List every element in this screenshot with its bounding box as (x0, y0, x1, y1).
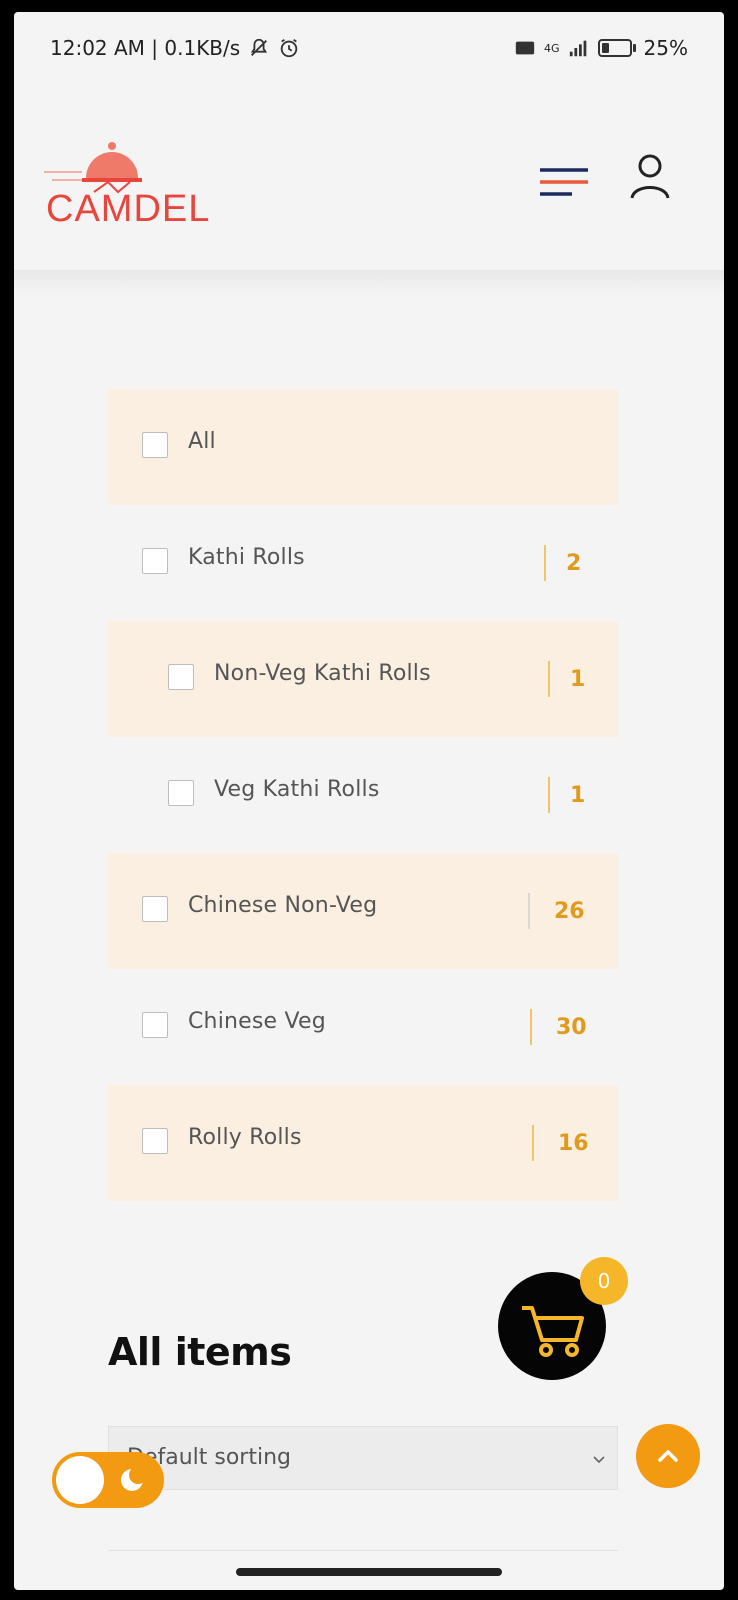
status-bar: 12:02 AM | 0.1KB/s 4G 25% (14, 12, 724, 84)
count-separator (544, 545, 546, 581)
dark-mode-toggle[interactable] (52, 1452, 164, 1508)
chevron-up-icon (658, 1450, 678, 1462)
category-row-chinese-veg[interactable]: Chinese Veg 30 (108, 969, 618, 1085)
section-title: All items (108, 1330, 292, 1374)
logo-wordmark: CAMDEL (46, 188, 211, 230)
category-checkbox[interactable] (168, 664, 194, 690)
category-label: All (188, 429, 216, 454)
category-checkbox[interactable] (168, 780, 194, 806)
sort-select[interactable]: Default sorting (108, 1426, 618, 1490)
home-indicator[interactable] (236, 1568, 502, 1576)
category-count: 16 (558, 1131, 589, 1156)
category-label: Chinese Non-Veg (188, 893, 378, 918)
category-row-all[interactable]: All (108, 389, 618, 505)
count-separator (548, 661, 550, 697)
notifications-muted-icon (251, 38, 268, 56)
category-row-non-veg-kathi-rolls[interactable]: Non-Veg Kathi Rolls 1 (108, 621, 618, 737)
content-divider (108, 1550, 618, 1551)
category-count: 2 (566, 551, 582, 576)
cart-count-badge: 0 (580, 1257, 628, 1305)
site-logo[interactable]: CAMDEL (42, 138, 209, 238)
status-time: 12:02 AM | 0.1KB/s (50, 36, 241, 60)
category-row-kathi-rolls[interactable]: Kathi Rolls 2 (108, 505, 618, 621)
category-checkbox[interactable] (142, 1128, 168, 1154)
moon-icon (121, 1466, 147, 1491)
scroll-to-top-button[interactable] (636, 1424, 700, 1488)
category-count: 1 (570, 667, 586, 692)
category-label: Non-Veg Kathi Rolls (214, 661, 431, 686)
category-count: 26 (554, 899, 585, 924)
site-header: CAMDEL (14, 112, 724, 282)
hamburger-menu-icon (540, 168, 588, 196)
count-separator (532, 1125, 534, 1161)
category-row-veg-kathi-rolls[interactable]: Veg Kathi Rolls 1 (108, 737, 618, 853)
category-count: 1 (570, 783, 586, 808)
status-right: 4G 25% (514, 36, 688, 60)
volte-icon (515, 41, 535, 55)
account-button[interactable] (628, 152, 672, 202)
menu-button[interactable] (536, 162, 592, 202)
status-left: 12:02 AM | 0.1KB/s (50, 36, 300, 60)
category-label: Chinese Veg (188, 1009, 326, 1034)
category-label: Kathi Rolls (188, 545, 305, 570)
phone-screen: 12:02 AM | 0.1KB/s 4G 25% CAMDEL All Kat… (14, 12, 724, 1590)
category-row-rolly-rolls[interactable]: Rolly Rolls 16 (108, 1085, 618, 1201)
count-separator (548, 777, 550, 813)
chevron-down-icon (593, 1456, 605, 1464)
count-separator (528, 893, 530, 929)
battery-icon (597, 39, 636, 57)
battery-level: 25% (643, 36, 688, 60)
category-label: Rolly Rolls (188, 1125, 302, 1150)
alarm-clock-icon (280, 38, 298, 58)
category-label: Veg Kathi Rolls (214, 777, 380, 802)
category-count: 30 (556, 1015, 587, 1040)
category-row-chinese-non-veg[interactable]: Chinese Non-Veg 26 (108, 853, 618, 969)
category-checkbox[interactable] (142, 896, 168, 922)
category-checkbox[interactable] (142, 1012, 168, 1038)
signal-strength-icon (569, 40, 586, 57)
toggle-knob (56, 1456, 104, 1504)
category-checkbox[interactable] (142, 432, 168, 458)
category-filter-list: All Kathi Rolls 2 Non-Veg Kathi Rolls 1 … (108, 389, 618, 1201)
network-type: 4G (544, 41, 560, 55)
count-separator (530, 1009, 532, 1045)
category-checkbox[interactable] (142, 548, 168, 574)
user-account-icon (630, 154, 670, 199)
header-divider (14, 270, 724, 294)
